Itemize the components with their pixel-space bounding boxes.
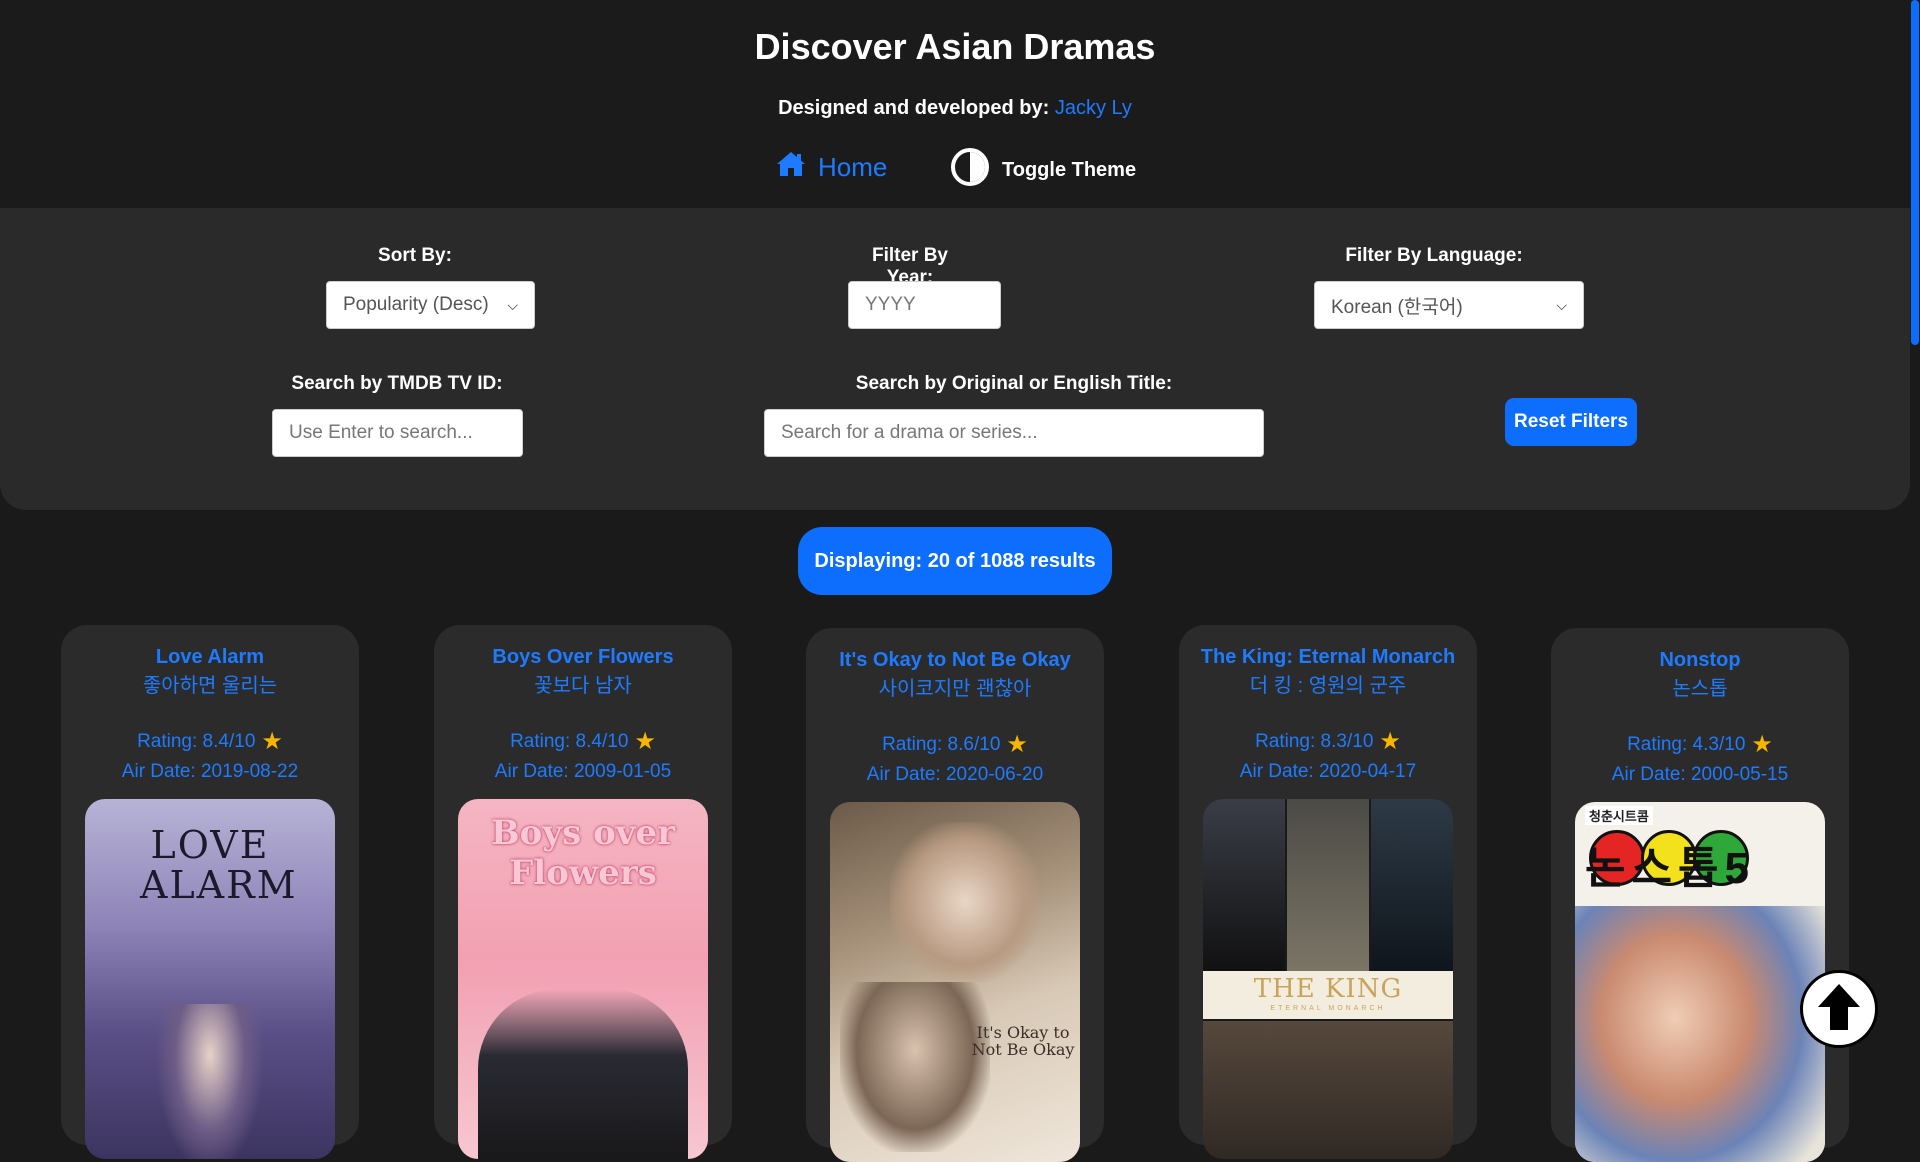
card-rating: Rating: 8.4/10 ★ <box>61 727 359 757</box>
poster-image[interactable]: It's Okay to Not Be Okay <box>830 802 1080 1162</box>
home-icon <box>776 151 806 184</box>
card-rating: Rating: 8.4/10 ★ <box>434 727 732 757</box>
poster-image[interactable]: Boys over Flowers <box>458 799 708 1159</box>
card-rating: Rating: 8.3/10 ★ <box>1179 727 1477 757</box>
year-input[interactable]: YYYY <box>848 281 1001 329</box>
poster-title-text: It's Okay to Not Be Okay <box>971 1023 1075 1059</box>
card-title[interactable]: Boys Over Flowers <box>434 643 732 672</box>
card-air-date: Air Date: 2000-05-15 <box>1611 764 1789 785</box>
star-icon: ★ <box>1751 731 1773 758</box>
card-title[interactable]: Nonstop <box>1551 646 1849 675</box>
drama-card[interactable]: Nonstop 논스톱 Rating: 4.3/10 ★ Air Date: 2… <box>1551 628 1849 1162</box>
poster-image[interactable]: 청춘시트콤 논스톱5 <box>1575 802 1825 1162</box>
poster-title-text: Boys over Flowers <box>490 813 676 893</box>
half-circle-icon <box>950 147 990 193</box>
arrow-up-icon <box>1816 982 1862 1037</box>
sort-label: Sort By: <box>378 245 452 266</box>
credit-prefix: Designed and developed by: <box>778 97 1050 119</box>
card-rating: Rating: 4.3/10 ★ <box>1551 730 1849 760</box>
toggle-theme-button[interactable]: Toggle Theme <box>950 147 1137 193</box>
poster-title-text: LOVE ALARM <box>140 823 298 907</box>
card-rating-text: Rating: 8.4/10 <box>137 731 256 752</box>
card-rating-text: Rating: 4.3/10 <box>1627 734 1746 755</box>
reset-filters-button[interactable]: Reset Filters <box>1505 398 1637 446</box>
poster-title-text: THE KING <box>1253 974 1403 1004</box>
drama-card[interactable]: Boys Over Flowers 꽃보다 남자 Rating: 8.4/10 … <box>434 625 732 1159</box>
scrollbar-thumb[interactable] <box>1911 0 1919 345</box>
site-header: Discover Asian Dramas Designed and devel… <box>0 0 1910 208</box>
card-rating-text: Rating: 8.3/10 <box>1255 731 1374 752</box>
card-air-date: Air Date: 2009-01-05 <box>494 761 672 782</box>
poster-image[interactable]: THE KING ETERNAL MONARCH <box>1203 799 1453 1159</box>
card-rating: Rating: 8.6/10 ★ <box>806 730 1104 760</box>
card-rating-text: Rating: 8.4/10 <box>510 731 629 752</box>
language-select[interactable]: Korean (한국어) ⌵ <box>1314 281 1584 329</box>
poster-image[interactable]: LOVE ALARM <box>85 799 335 1159</box>
card-air-date: Air Date: 2020-04-17 <box>1239 761 1417 782</box>
chevron-down-icon: ⌵ <box>1556 296 1567 313</box>
results-count-badge: Displaying: 20 of 1088 results <box>798 527 1112 595</box>
title-search-label: Search by Original or English Title: <box>855 373 1173 394</box>
card-rating-text: Rating: 8.6/10 <box>882 734 1001 755</box>
drama-card[interactable]: Love Alarm 좋아하면 울리는 Rating: 8.4/10 ★ Air… <box>61 625 359 1159</box>
card-original-title: 사이코지만 괜찮아 <box>878 678 1032 700</box>
nav-home-label: Home <box>818 151 888 182</box>
card-original-title: 좋아하면 울리는 <box>142 675 278 697</box>
sort-select[interactable]: Popularity (Desc) ⌵ <box>326 281 535 329</box>
tmdb-label: Search by TMDB TV ID: <box>291 373 503 394</box>
language-select-value: Korean (한국어) <box>1331 296 1463 318</box>
star-icon: ★ <box>261 728 283 755</box>
card-title[interactable]: Love Alarm <box>61 643 359 672</box>
card-original-title: 논스톱 <box>1672 678 1728 700</box>
language-label: Filter By Language: <box>1345 245 1523 266</box>
drama-card[interactable]: The King: Eternal Monarch 더 킹 : 영원의 군주 R… <box>1179 625 1477 1159</box>
card-original-title: 꽃보다 남자 <box>534 675 632 697</box>
card-air-date: Air Date: 2020-06-20 <box>866 764 1044 785</box>
toggle-theme-label: Toggle Theme <box>1002 158 1137 181</box>
poster-title-text: 논스톱5 <box>1585 844 1755 893</box>
nav-home-link[interactable]: Home <box>776 150 887 184</box>
star-icon: ★ <box>1379 728 1401 755</box>
card-air-date: Air Date: 2019-08-22 <box>121 761 299 782</box>
credit-line: Designed and developed by: Jacky Ly <box>0 97 1910 120</box>
poster-subtitle-text: ETERNAL MONARCH <box>1270 1005 1386 1012</box>
tmdb-id-input[interactable]: Use Enter to search... <box>272 409 523 457</box>
title-search-input[interactable]: Search for a drama or series... <box>764 409 1264 457</box>
card-title[interactable]: It's Okay to Not Be Okay <box>806 646 1104 675</box>
scroll-to-top-button[interactable] <box>1800 970 1878 1048</box>
developer-link[interactable]: Jacky Ly <box>1055 97 1132 119</box>
drama-card[interactable]: It's Okay to Not Be Okay 사이코지만 괜찮아 Ratin… <box>806 628 1104 1162</box>
poster-subtitle-text: 청춘시트콤 <box>1585 806 1653 825</box>
page-title: Discover Asian Dramas <box>754 26 1156 67</box>
sort-select-value: Popularity (Desc) <box>343 294 489 315</box>
card-original-title: 더 킹 : 영원의 군주 <box>1249 675 1407 697</box>
card-title[interactable]: The King: Eternal Monarch <box>1179 643 1477 672</box>
chevron-down-icon: ⌵ <box>507 296 518 313</box>
star-icon: ★ <box>1006 731 1028 758</box>
star-icon: ★ <box>634 728 656 755</box>
